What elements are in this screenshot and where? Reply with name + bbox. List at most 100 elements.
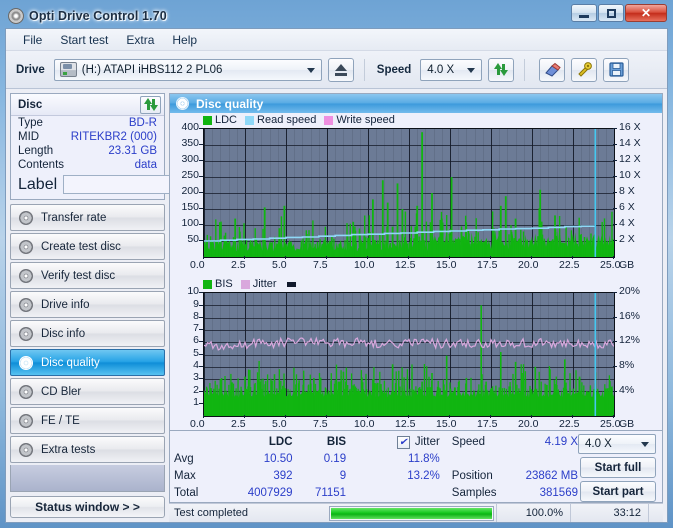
sidebar-item-disc-info[interactable]: Disc info [10,320,165,347]
y-tick-mark-left [199,192,203,194]
y-tick-mark-left [199,341,203,343]
disc-icon [19,239,33,254]
sidebar-item-label: Drive info [41,298,90,311]
sidebar-item-create-test-disc[interactable]: Create test disc [10,233,165,260]
speed-select[interactable]: 4.0 X [420,58,483,81]
legend-swatch-write-speed [324,115,334,125]
x-tick-mark [408,415,409,419]
test-speed-select[interactable]: 4.0 X [578,434,656,455]
y-tick-right: 20% [619,285,641,298]
erase-button[interactable] [539,57,566,82]
save-button[interactable] [603,57,630,82]
menu-help[interactable]: Help [163,31,206,49]
status-window-button[interactable]: Status window > > [10,496,165,518]
disc-key-mid: MID [18,131,40,143]
y-tick-mark-left [199,316,203,318]
resize-grip[interactable] [648,504,663,522]
y-tick-mark-left [199,292,203,294]
stats-label-position: Position [451,470,493,483]
eject-button[interactable] [327,57,354,82]
maximize-button[interactable] [598,4,624,22]
elapsed-time-label: 33:12 [570,504,648,522]
x-tick-mark [613,415,614,419]
y-tick-right: 8% [619,359,635,372]
x-tick: 22.5 [559,259,580,272]
y-tick-left: 350 [181,137,199,150]
y-tick-mark-right [613,292,617,294]
refresh-button[interactable] [488,57,515,82]
y-tick-left: 10 [187,285,199,298]
y-tick-right: 16 X [619,121,641,134]
x-tick-mark [326,256,327,260]
sidebar-item-label: CD Bler [41,385,82,398]
y-tick-mark-right [613,366,617,368]
stats-jitter-avg: 11.8% [408,453,440,466]
stats-label-max: Max [174,470,196,483]
drive-select[interactable]: (H:) ATAPI iHBS112 2 PL06 [53,58,322,81]
disc-row-mid: MID RITEKBR2 (000) [11,130,164,144]
y-tick-mark-left [199,128,203,130]
x-tick: 10.0 [354,259,375,272]
sidebar-item-label: Disc info [41,327,86,340]
x-tick-mark [367,256,368,260]
x-tick-mark [326,415,327,419]
sidebar-item-label: FE / TE [41,414,80,427]
x-tick: 2.5 [231,418,246,431]
sidebar-item-verify-test-disc[interactable]: Verify test disc [10,262,165,289]
start-full-button[interactable]: Start full [580,457,656,479]
stats-bis-total: 71151 [314,487,347,500]
y-tick-mark-right [613,240,617,242]
y-tick-right: 2 X [619,233,635,246]
sidebar-item-label: Transfer rate [41,211,107,224]
menu-start-test[interactable]: Start test [51,31,117,49]
x-tick-mark [531,415,532,419]
sidebar-item-extra-tests[interactable]: Extra tests [10,436,165,463]
sidebar-item-disc-quality[interactable]: Disc quality [10,349,165,376]
jitter-checkbox[interactable] [396,436,410,450]
y-tick-mark-left [199,176,203,178]
x-tick-mark [572,256,573,260]
sidebar-filler [10,465,165,492]
sidebar-item-cd-bler[interactable]: CD Bler [10,378,165,405]
main-area: Disc Type BD-R MID RITEKBR2 (000) Length… [6,89,667,522]
y-tick-left: 6 [193,334,199,347]
y-tick-mark-right [613,390,617,392]
close-button[interactable]: ✕ [625,4,667,22]
disc-icon [176,97,189,111]
tools-button[interactable] [571,57,598,82]
disc-icon [19,268,33,283]
start-part-button[interactable]: Start part [580,481,656,503]
y-tick-mark-right [613,316,617,318]
y-tick-left: 150 [181,201,199,214]
y-tick-mark-left [199,144,203,146]
x-tick: 17.5 [477,418,498,431]
client-area: File Start test Extra Help Drive (H:) AT… [5,28,668,523]
y-tick-mark-left [199,240,203,242]
disc-info-panel: Disc Type BD-R MID RITEKBR2 (000) Length… [10,93,234,200]
stats-ldc-max: 392 [273,470,293,483]
x-axis-unit: GB [619,259,635,272]
y-tick-mark-right [613,128,617,130]
disc-key-length: Length [18,145,54,157]
refresh-disc-button[interactable] [140,95,161,114]
menu-extra[interactable]: Extra [117,31,163,49]
y-tick-mark-left [199,353,203,355]
x-tick-mark [367,415,368,419]
sidebar-item-drive-info[interactable]: Drive info [10,291,165,318]
y-tick-left: 8 [193,309,199,322]
sidebar-item-transfer-rate[interactable]: Transfer rate [10,204,165,231]
bis-chart: BIS Jitter 10 9 8 7 6 5 4 3 2 1 20% 16% 12% 8% 4% 0.0 2.… [170,277,662,430]
y-tick-mark-right [613,176,617,178]
minimize-button[interactable] [571,4,597,22]
x-tick: 22.5 [559,418,580,431]
x-tick-mark [285,415,286,419]
bis-plot-area [203,292,615,418]
bis-chart-legend: BIS Jitter [203,278,296,290]
y-tick-mark-right [613,192,617,194]
sidebar-item-fe-te[interactable]: FE / TE [10,407,165,434]
panel-title: Disc quality [196,96,264,111]
x-tick-mark [572,415,573,419]
menu-file[interactable]: File [14,31,51,49]
stats-actions: 4.0 X Start full Start part [578,434,658,503]
tool-bar: Drive (H:) ATAPI iHBS112 2 PL06 Speed 4.… [6,51,667,89]
